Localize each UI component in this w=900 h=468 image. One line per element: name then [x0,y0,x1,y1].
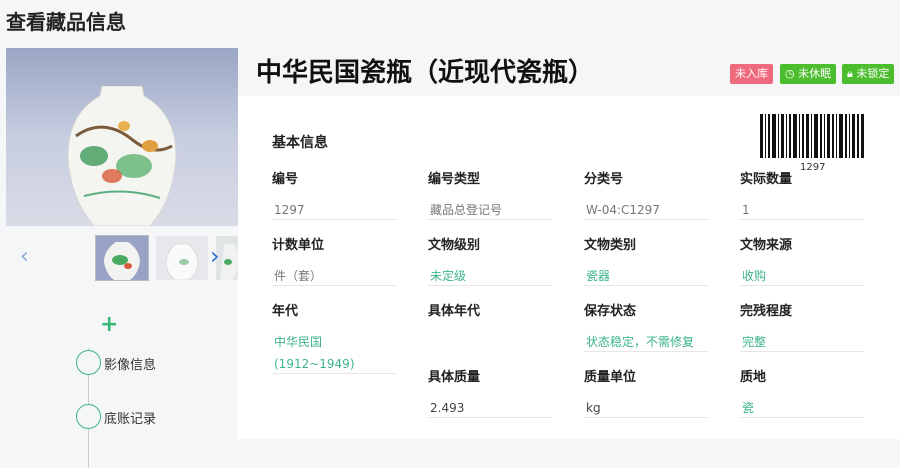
field-number-type: 编号类型 藏品总登记号 [428,168,552,221]
field-divider [428,285,552,286]
timeline-node-icon [76,350,101,375]
vase-image [67,86,177,226]
field-value: 藏品总登记号 [430,203,503,217]
field-label: 编号类型 [428,172,481,187]
field-value: 瓷器 [586,269,611,283]
field-divider [584,351,708,352]
field-label: 具体年代 [428,304,481,319]
field-value: W-04:C1297 [586,203,660,217]
field-label: 编号 [272,172,299,187]
thumbnail-2[interactable] [156,236,208,280]
chevron-left-icon[interactable]: ‹ [20,244,29,269]
field-actual-quantity: 实际数量 1 [740,168,864,221]
field-material: 质地 瓷 [740,366,864,419]
dormant-badge-label: 未休眠 [798,67,832,80]
timeline-item-image-info[interactable]: 影像信息 [76,350,226,376]
field-divider [428,219,552,220]
dormant-status-badge: ◷ 未休眠 [780,64,837,84]
field-label: 文物级别 [428,238,481,253]
field-divider [740,417,864,418]
lock-status-badge: 🔒︎ 未锁定 [842,64,895,84]
field-completeness: 完残程度 完整 [740,300,864,353]
barcode-image [760,114,864,158]
field-preservation-status: 保存状态 状态稳定，不需修复 [584,300,708,353]
field-count-unit: 计数单位 件（套） [272,234,396,287]
timeline-node-icon [76,404,101,429]
field-era: 年代 中华民国 (1912~1949) [272,300,396,375]
page-title: 查看藏品信息 [6,10,126,34]
section-title-basic-info: 基本信息 [272,135,328,151]
left-panel: ‹ › + 影像信息 底账记录 [6,48,238,468]
field-value: 未定级 [430,269,467,283]
field-label: 文物类别 [584,238,637,253]
field-divider [428,417,552,418]
thumbnail-1[interactable] [95,235,149,281]
field-divider [584,285,708,286]
field-divider [272,219,396,220]
field-value: 中华民国 [274,335,323,349]
field-value: 完整 [742,335,767,349]
field-divider [584,417,708,418]
field-label: 完残程度 [740,304,793,319]
storage-status-badge: 未入库 [730,64,773,84]
field-relic-source: 文物来源 收购 [740,234,864,287]
vase-thumbnail-icon [104,242,140,280]
field-divider [740,285,864,286]
timeline-item-label: 影像信息 [104,358,157,373]
main-artifact-image[interactable] [6,48,238,226]
field-classification-number: 分类号 W-04:C1297 [584,168,708,221]
field-specific-era: 具体年代 [428,300,552,331]
field-label: 质量单位 [584,370,637,385]
field-mass-unit: 质量单位 kg [584,366,708,419]
field-value: 件（套） [274,269,323,283]
item-title: 中华民国瓷瓶（近现代瓷瓶） [256,58,595,88]
field-label: 实际数量 [740,172,793,187]
item-header: 中华民国瓷瓶（近现代瓷瓶） 未入库 ◷ 未休眠 🔒︎ 未锁定 [238,48,900,96]
basic-info-panel: 基本信息 1297 编号 1297 编号类型 藏品总登记号 分类号 W-04:C… [238,96,900,439]
field-divider [272,373,396,374]
field-divider [740,351,864,352]
lock-icon: 🔒︎ [847,67,857,80]
field-relic-grade: 文物级别 未定级 [428,234,552,287]
field-value: kg [586,401,601,415]
field-value: 瓷 [742,401,755,415]
chevron-right-icon[interactable]: › [210,242,220,270]
thumbnail-strip: ‹ › [6,234,238,281]
field-divider [272,285,396,286]
field-label: 具体质量 [428,370,481,385]
lock-badge-label: 未锁定 [856,67,890,80]
field-label: 年代 [272,304,299,319]
field-value: 1 [742,203,750,217]
field-specific-mass: 具体质量 2.493 [428,366,552,419]
field-value: 收购 [742,269,767,283]
vase-thumbnail-icon [165,243,199,280]
timeline-item-label: 底账记录 [104,412,157,427]
field-value: 1297 [274,203,305,217]
field-relic-category: 文物类别 瓷器 [584,234,708,287]
field-divider [584,219,708,220]
field-value: 2.493 [430,401,465,415]
field-label: 分类号 [584,172,624,187]
field-value: 状态稳定，不需修复 [586,335,695,349]
clock-icon: ◷ [785,67,799,80]
field-divider [740,219,864,220]
timeline-item-ledger-records[interactable]: 底账记录 [76,404,226,430]
field-number: 编号 1297 [272,168,396,221]
field-value-secondary: (1912~1949) [274,357,355,371]
field-label: 计数单位 [272,238,325,253]
add-icon[interactable]: + [100,312,118,337]
field-label: 文物来源 [740,238,793,253]
field-label: 保存状态 [584,304,637,319]
field-label: 质地 [740,370,767,385]
